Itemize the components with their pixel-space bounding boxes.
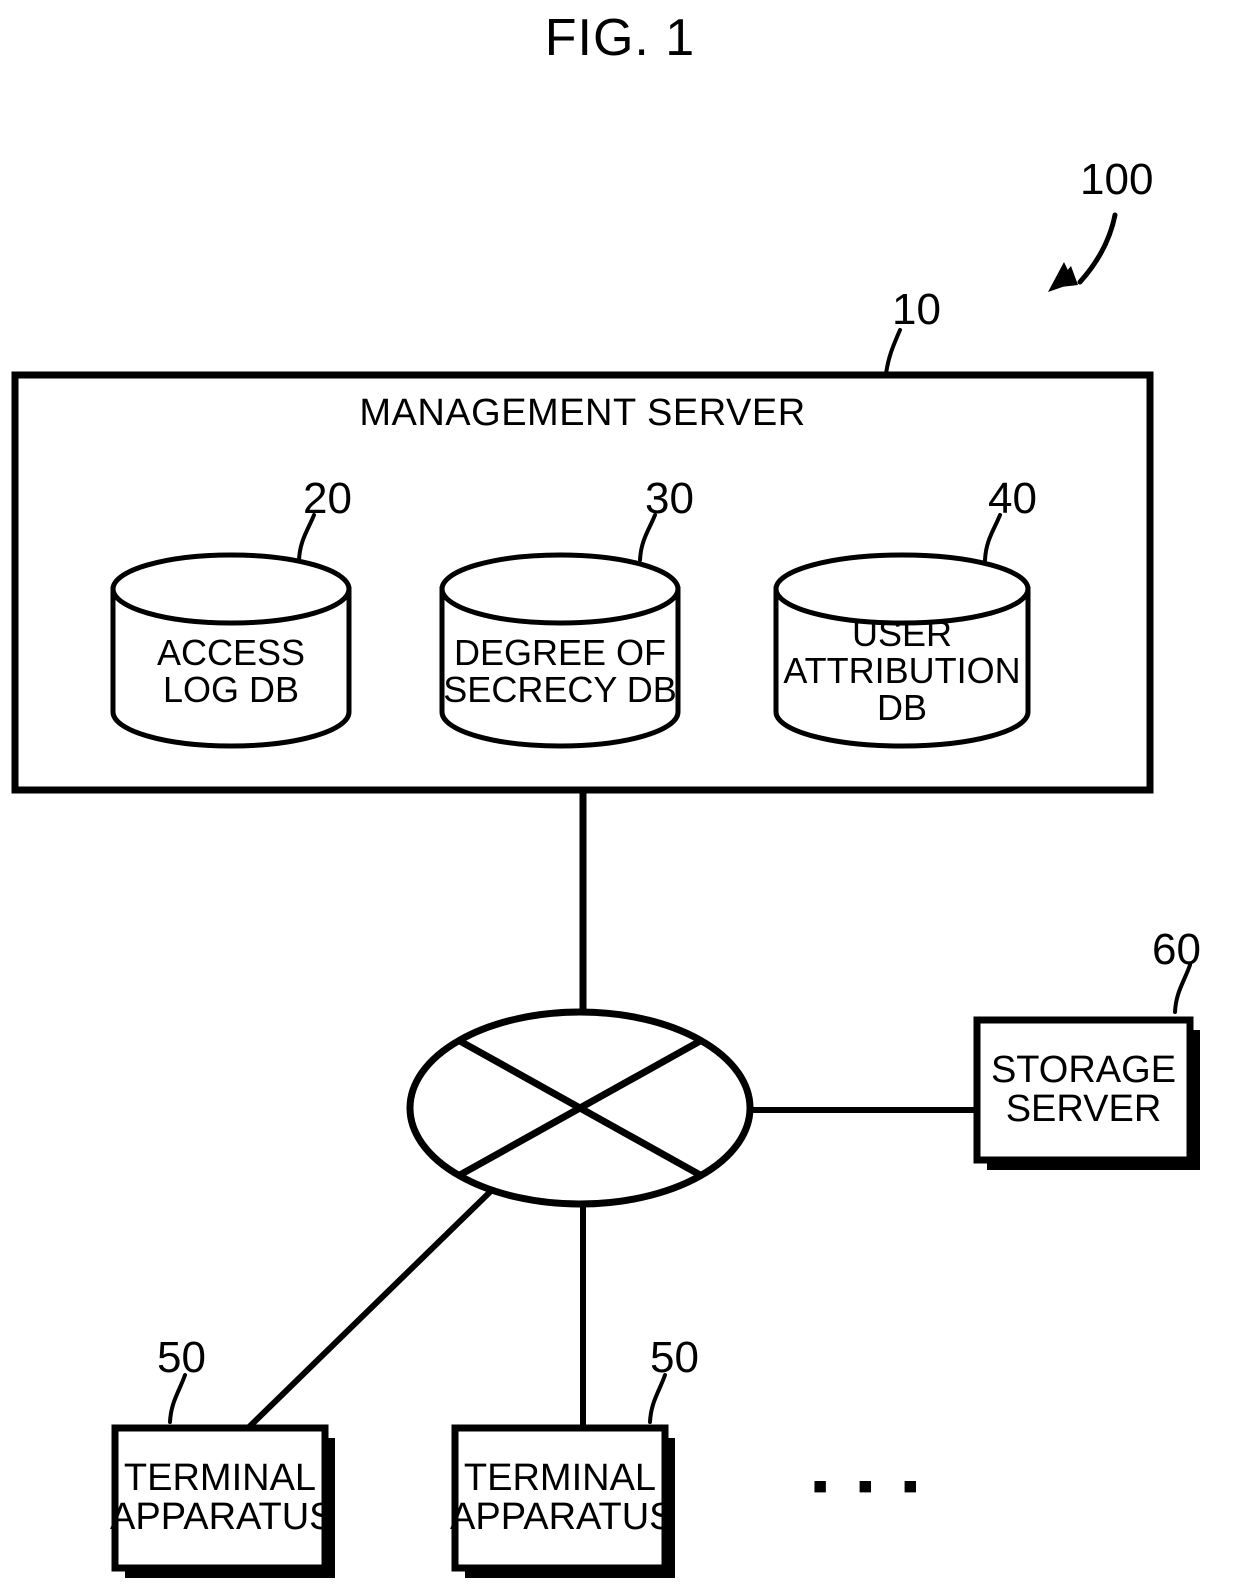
ref-numeral-terminal-2: 50 — [650, 1333, 699, 1382]
database-label-degree-of-secrecy: DEGREE OF SECRECY DB — [443, 632, 677, 711]
ref-numeral-degree-of-secrecy-db: 30 — [645, 474, 694, 523]
ref-numeral-access-log-db: 20 — [303, 474, 352, 523]
ref-numeral-terminal-1: 50 — [157, 1333, 206, 1382]
terminal-apparatus-label-1: TERMINAL APPARATUS — [110, 1457, 335, 1538]
ref-numeral-storage-server: 60 — [1152, 925, 1201, 974]
database-label-access-log: ACCESS LOG DB — [156, 632, 306, 711]
storage-server-label: STORAGE SERVER — [990, 1049, 1177, 1130]
ref-numeral-management-server: 10 — [892, 285, 941, 334]
system-ref-arrow — [1048, 212, 1118, 292]
ref-numeral-system: 100 — [1080, 155, 1154, 204]
leader-line-terminal-2 — [648, 1373, 667, 1424]
leader-line-management-server — [884, 328, 902, 376]
database-label-user-attribution: USER ATTRIBUTION DB — [783, 613, 1021, 729]
ref-numeral-user-attribution-db: 40 — [988, 474, 1037, 523]
leader-line-terminal-1 — [168, 1373, 187, 1424]
ellipsis-more-terminals: ▪ ▪ ▪ — [812, 1459, 927, 1511]
patent-figure: FIG. 1 100 10 20 30 40 60 50 50 MANAGEME… — [0, 0, 1240, 1591]
network-icon — [406, 1008, 754, 1208]
link-network-to-terminal-1 — [243, 1187, 495, 1433]
management-server-title: MANAGEMENT SERVER — [359, 392, 806, 434]
terminal-apparatus-label-2: TERMINAL APPARATUS — [450, 1457, 675, 1538]
